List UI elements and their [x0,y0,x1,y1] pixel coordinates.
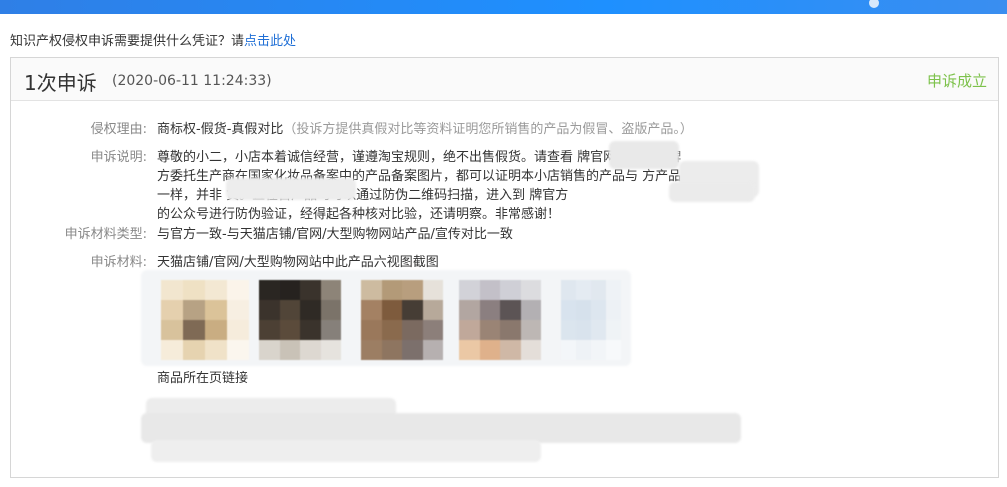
appeal-status: 申诉成立 [926,72,987,90]
redaction-blur [226,178,356,200]
help-question: 知识产权侵权申诉需要提供什么凭证？请 [10,34,245,49]
evidence-thumbnail[interactable] [161,280,249,360]
redacted-link[interactable] [141,413,741,443]
product-link-label: 商品所在页链接 [157,371,249,386]
evidence-thumbnail[interactable] [361,280,443,360]
help-line: 知识产权侵权申诉需要提供什么凭证？请点击此处 [10,30,296,49]
evidence-thumbnail[interactable] [561,280,621,360]
redacted-link[interactable] [151,440,541,462]
banner-icon [869,0,879,8]
reason-text: 商标权-假货-真假对比 [157,122,284,137]
appeal-time: (2020-06-11 11:24:33) [112,73,272,89]
reason-value: 商标权-假货-真假对比（投诉方提供真假对比等资料证明您所销售的产品为假冒、盗版产… [157,120,693,139]
evidence-thumbnail[interactable] [259,280,341,360]
redaction-blur [609,141,679,169]
reason-hint: （投诉方提供真假对比等资料证明您所销售的产品为假冒、盗版产品。） [283,122,693,137]
material-type-value: 与官方一致-与天猫店铺/官网/大型购物网站产品/宣传对比一致 [157,227,513,242]
evidence-thumbnail[interactable] [459,280,541,360]
material-label: 申诉材料: [90,255,147,270]
redaction-blur [669,182,755,202]
material-type-label: 申诉材料类型: [64,227,147,242]
desc-line: 的公众号进行防伪验证，经得起各种核对比验，还请明察。非常感谢！ [157,207,561,222]
appeal-card: 1次申诉 (2020-06-11 11:24:33) 申诉成立 侵权理由: 商标… [10,57,999,478]
desc-label: 申诉说明: [90,150,147,165]
appeal-header: 1次申诉 (2020-06-11 11:24:33) 申诉成立 [11,58,998,101]
top-banner [0,0,1007,14]
desc-line: 尊敬的小二，小店本着诚信经营，谨遵淘宝规则，绝不出售假货。请查看 牌官网图片及品… [157,150,682,165]
reason-label: 侵权理由: [90,122,147,137]
appeal-title: 1次申诉 [24,71,97,95]
help-link[interactable]: 点击此处 [244,34,296,49]
